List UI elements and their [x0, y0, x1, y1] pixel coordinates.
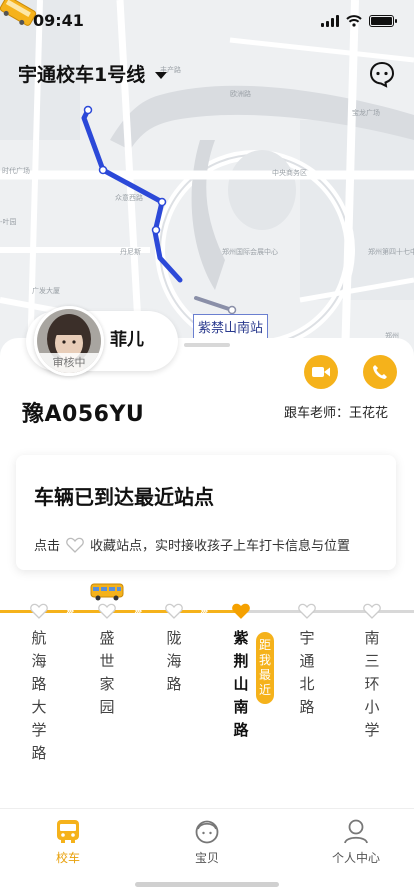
map-label: 郑州国际会展中心 [222, 247, 278, 256]
video-camera-icon [312, 367, 330, 377]
battery-icon [369, 15, 397, 27]
nearest-stop-tag: 距我最近 [256, 632, 274, 704]
status-time: 09:41 [33, 11, 84, 30]
sheet-grabber[interactable] [184, 343, 230, 347]
route-name: 宇通校车1号线 [18, 64, 146, 86]
stop-name: 盛世家园 [99, 629, 115, 716]
phone-icon [373, 365, 387, 379]
notice-tip: 点击 收藏站点，实时接收孩子上车打卡信息与位置 [34, 535, 350, 554]
child-face-icon [195, 820, 219, 844]
tab-baby[interactable]: 宝贝 [167, 817, 247, 866]
tab-label: 宝贝 [194, 851, 219, 865]
tab-school-bus[interactable]: 校车 [28, 817, 108, 866]
notice-title: 车辆已到达最近站点 [34, 485, 214, 509]
stop-item[interactable]: 陇海路 [159, 603, 189, 696]
map-label: 众意西路 [115, 193, 143, 202]
tab-label: 校车 [55, 851, 80, 865]
status-bar: 09:41 [0, 0, 414, 44]
current-stop-map-label[interactable]: 紫禁山南站 [193, 314, 269, 339]
stop-name: 南三环小学 [364, 629, 380, 739]
review-status-badge: 审核中 [37, 353, 101, 373]
heart-outline-icon[interactable] [98, 603, 116, 619]
arrival-notice-card: 车辆已到达最近站点 点击 收藏站点，实时接收孩子上车打卡信息与位置 [16, 455, 396, 570]
map-label: 中央商务区 [272, 168, 307, 177]
stop-name: 陇海路 [166, 629, 182, 693]
license-plate: 豫A056YU [22, 402, 145, 427]
stop-item[interactable]: 盛世家园 [92, 603, 122, 719]
map-label: 欧洲路 [230, 89, 251, 98]
school-bus-icon [57, 820, 79, 843]
stop-name: 航海路大学路 [31, 629, 47, 762]
stop-track: ››› ››› ››› 航海路大学路 盛世家园 陇海路 紫荆山南路 宇通北路 南… [0, 583, 414, 790]
stop-item[interactable]: 宇通北路 [292, 603, 322, 719]
map-label: -叶园 [0, 217, 17, 226]
heart-outline-icon[interactable] [30, 603, 48, 619]
heart-filled-icon[interactable] [232, 603, 250, 619]
video-call-button[interactable] [304, 355, 338, 389]
stop-item[interactable]: 南三环小学 [357, 603, 387, 742]
heart-outline-icon[interactable] [66, 537, 84, 553]
map-label: 宝龙广场 [352, 108, 380, 117]
child-profile-chip[interactable]: 审核中 菲儿 [18, 303, 188, 376]
person-icon [344, 819, 368, 844]
home-indicator [135, 882, 279, 887]
tab-label: 个人中心 [331, 851, 380, 865]
stop-item[interactable]: 航海路大学路 [24, 603, 54, 765]
stop-item-current[interactable]: 紫荆山南路 [226, 603, 256, 742]
phone-call-button[interactable] [363, 355, 397, 389]
stop-name: 紫荆山南路 [233, 629, 249, 739]
child-name: 菲儿 [110, 330, 144, 350]
message-icon[interactable] [368, 60, 396, 88]
map-label: 广发大厦 [32, 286, 60, 295]
map-label: 时代广场 [2, 166, 30, 175]
avatar[interactable]: 审核中 [34, 306, 104, 376]
tab-profile[interactable]: 个人中心 [316, 817, 396, 866]
heart-outline-icon[interactable] [363, 603, 381, 619]
escort-teacher: 跟车老师：王花花 [283, 406, 388, 421]
map-label: 郑州第四十七中学东校区 [368, 247, 414, 256]
map-label: 丹尼斯 [120, 247, 141, 256]
heart-outline-icon[interactable] [165, 603, 183, 619]
wifi-icon [346, 15, 362, 27]
stop-name: 宇通北路 [299, 629, 315, 716]
chevron-down-icon [155, 72, 168, 79]
cellular-signal-icon [321, 15, 339, 27]
heart-outline-icon[interactable] [298, 603, 316, 619]
school-bus-icon [90, 583, 124, 601]
route-selector[interactable]: 宇通校车1号线 [18, 60, 168, 87]
